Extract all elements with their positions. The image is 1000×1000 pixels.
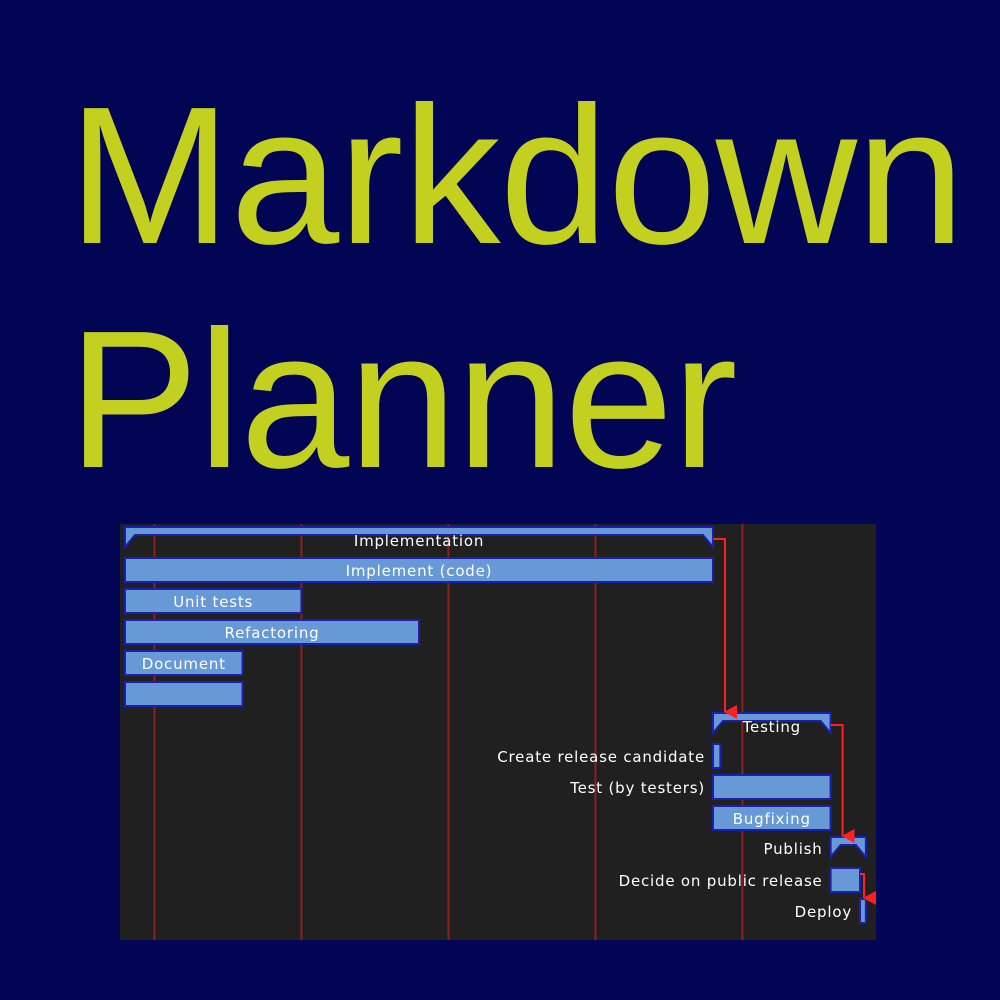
task-bar <box>712 774 832 800</box>
gantt-chart-svg: Implementation Implement (code) Unit tests… <box>124 524 876 940</box>
group-label: Implementation <box>354 532 484 550</box>
task-bar <box>829 867 861 893</box>
task-label: Deploy <box>795 903 852 921</box>
dependency-arrow <box>713 538 737 719</box>
task-label: Bugfixing <box>733 810 811 828</box>
task-bar <box>859 898 867 924</box>
task-label: Create release candidate <box>497 748 705 766</box>
task-label: Refactoring <box>225 624 320 642</box>
task-label: Decide on public release <box>619 872 823 890</box>
group-label: Testing <box>742 718 801 736</box>
title-line-1: Markdown <box>68 66 965 285</box>
dependency-arrow <box>830 724 855 843</box>
task-label: Unit tests <box>173 593 253 611</box>
task-bar <box>124 681 244 707</box>
task-bar <box>712 743 722 769</box>
task-label: Document <box>142 655 226 673</box>
task-label: Implement (code) <box>346 562 493 580</box>
group-bar <box>829 836 867 860</box>
task-label: Test (by testers) <box>569 779 705 797</box>
title-line-2: Planner <box>68 290 738 509</box>
gantt-chart: Implementation Implement (code) Unit tests… <box>120 524 876 940</box>
group-label: Publish <box>764 840 823 858</box>
